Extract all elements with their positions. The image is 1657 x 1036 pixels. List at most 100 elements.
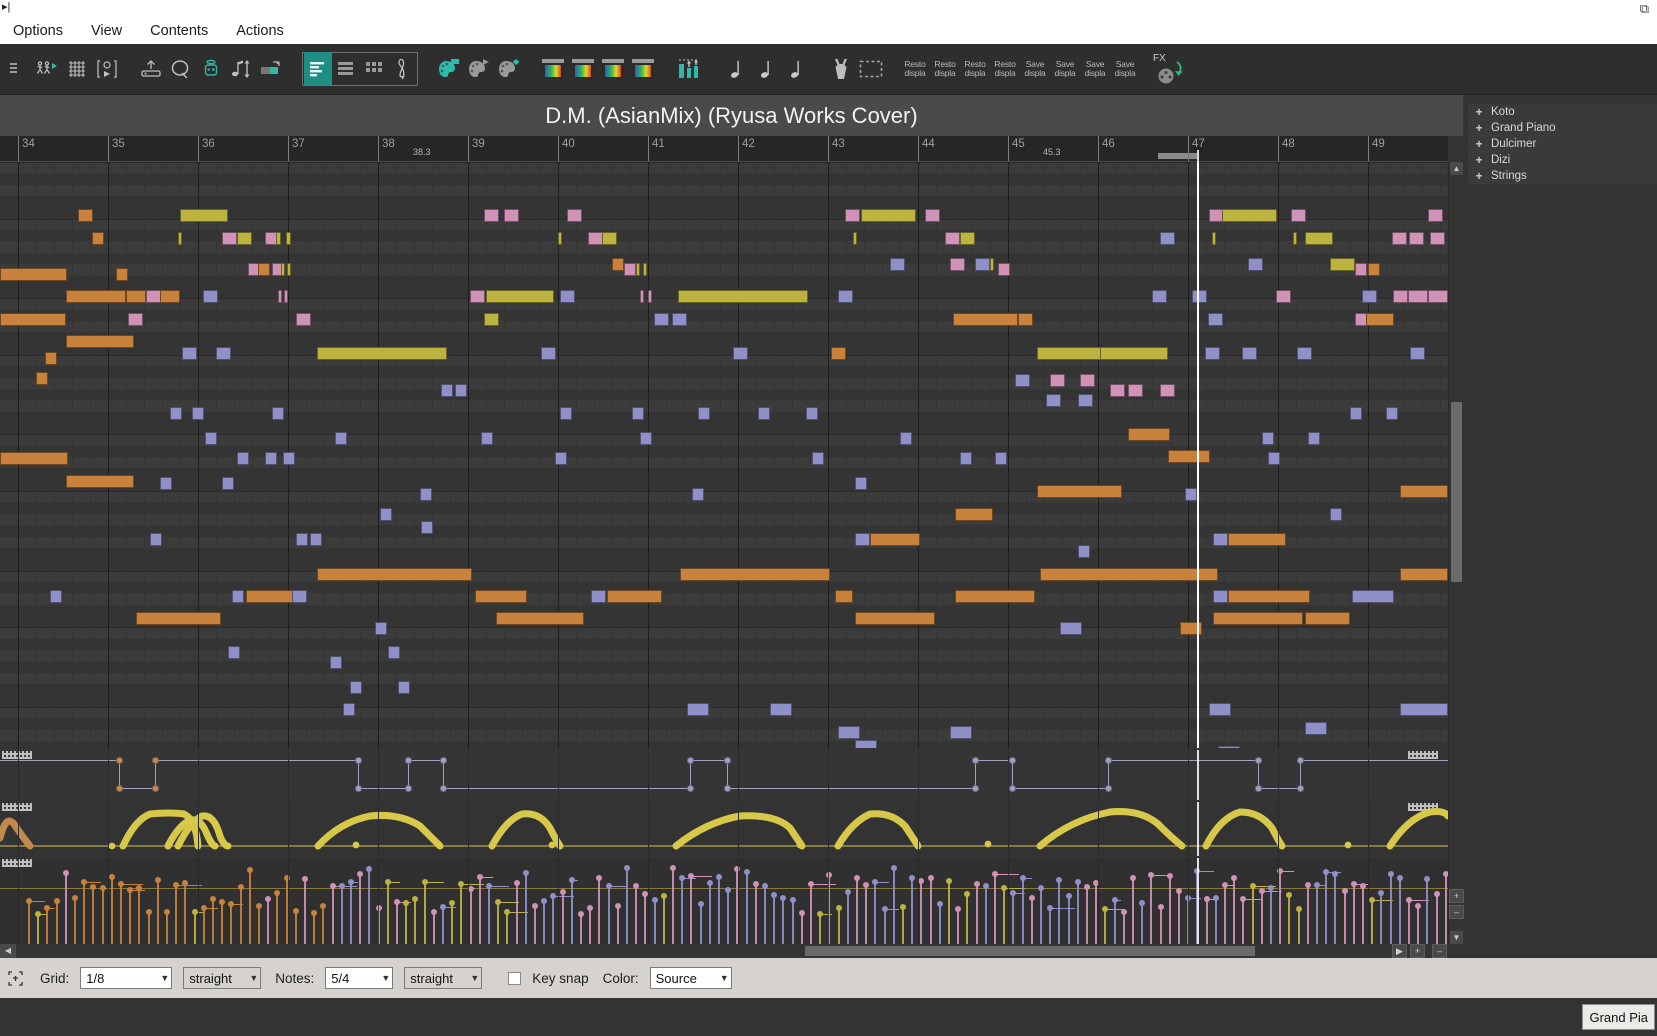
velocity-stem[interactable]	[1169, 876, 1171, 944]
velocity-head[interactable]	[238, 884, 244, 891]
velocity-head[interactable]	[854, 874, 860, 881]
note[interactable]	[283, 452, 295, 465]
velocity-stem[interactable]	[1123, 912, 1125, 944]
note[interactable]	[317, 347, 447, 360]
note[interactable]	[955, 508, 993, 521]
modulation-point[interactable]	[1344, 841, 1352, 849]
velocity-stem[interactable]	[1141, 903, 1143, 944]
velocity-head[interactable]	[909, 875, 915, 882]
menu-actions[interactable]: Actions	[233, 22, 287, 40]
view-mode-list[interactable]	[332, 52, 360, 86]
note[interactable]	[758, 407, 770, 420]
note[interactable]	[1213, 533, 1228, 546]
velocity-stem[interactable]	[1049, 908, 1051, 944]
velocity-stem[interactable]	[773, 895, 775, 944]
velocity-stem[interactable]	[994, 874, 996, 944]
velocity-stem[interactable]	[65, 873, 67, 944]
velocity-stem[interactable]	[267, 899, 269, 944]
velocity-stem[interactable]	[893, 868, 895, 944]
velocity-stem[interactable]	[700, 904, 702, 944]
note[interactable]	[265, 452, 277, 465]
controller-point[interactable]	[972, 757, 979, 764]
note[interactable]	[1330, 258, 1355, 271]
controller-point[interactable]	[724, 757, 731, 764]
velocity-head[interactable]	[376, 905, 382, 912]
velocity-stem[interactable]	[1362, 885, 1364, 944]
note[interactable]	[1392, 232, 1407, 245]
note[interactable]	[567, 209, 582, 222]
velocity-head[interactable]	[72, 894, 78, 901]
note[interactable]	[258, 263, 270, 276]
velocity-head[interactable]	[596, 875, 602, 882]
note[interactable]	[484, 313, 499, 326]
velocity-head[interactable]	[974, 881, 980, 887]
velocity-head[interactable]	[403, 899, 409, 906]
note[interactable]	[855, 477, 867, 490]
note[interactable]	[870, 533, 920, 546]
note[interactable]	[1393, 290, 1408, 303]
velocity-stem[interactable]	[663, 896, 665, 944]
lane-zoom-in-button[interactable]: +	[1449, 889, 1464, 903]
velocity-stem[interactable]	[1003, 887, 1005, 944]
note[interactable]	[855, 740, 877, 748]
modulation-point[interactable]	[796, 841, 804, 849]
velocity-stem[interactable]	[543, 901, 545, 944]
velocity-stem[interactable]	[801, 912, 803, 944]
horizontal-scrollbar[interactable]: ◀	[0, 944, 1448, 958]
velocity-stem[interactable]	[966, 893, 968, 944]
note[interactable]	[950, 258, 965, 271]
velocity-head[interactable]	[587, 904, 593, 911]
velocity-stem[interactable]	[1132, 878, 1134, 944]
note[interactable]	[1152, 290, 1167, 303]
lane-resize-handle-left[interactable]	[2, 751, 32, 759]
velocity-stem[interactable]	[865, 884, 867, 944]
note[interactable]	[0, 313, 66, 326]
note[interactable]	[1212, 232, 1216, 245]
note[interactable]	[607, 590, 662, 603]
note[interactable]	[1018, 313, 1033, 326]
note-layer[interactable]	[0, 162, 1448, 748]
lane-add-button[interactable]: +	[1410, 944, 1425, 958]
quarter-note-icon-1[interactable]	[723, 52, 751, 86]
note[interactable]	[1228, 590, 1310, 603]
note[interactable]	[558, 232, 562, 245]
controller-point[interactable]	[724, 785, 731, 792]
note[interactable]	[602, 232, 617, 245]
velocity-stem[interactable]	[792, 900, 794, 944]
velocity-head[interactable]	[1139, 900, 1145, 907]
velocity-stem[interactable]	[313, 912, 315, 944]
expand-plus-icon[interactable]: +	[1473, 106, 1485, 118]
velocity-stem[interactable]	[930, 878, 932, 944]
velocity-head[interactable]	[366, 865, 372, 872]
note[interactable]	[945, 232, 960, 245]
velocity-head[interactable]	[1167, 873, 1173, 880]
note[interactable]	[560, 407, 572, 420]
fx-button[interactable]: FX	[1150, 51, 1190, 87]
note[interactable]	[1242, 347, 1257, 360]
velocity-stem[interactable]	[1288, 894, 1290, 944]
controller-point[interactable]	[152, 785, 159, 792]
velocity-stem[interactable]	[764, 886, 766, 944]
expand-plus-icon[interactable]: +	[1473, 154, 1485, 166]
note[interactable]	[640, 432, 652, 445]
velocity-stem[interactable]	[552, 896, 554, 944]
note[interactable]	[380, 508, 392, 521]
velocity-head[interactable]	[1213, 895, 1219, 902]
velocity-head[interactable]	[1434, 891, 1440, 898]
view-mode-piano-roll[interactable]	[304, 52, 332, 86]
note[interactable]	[1192, 290, 1207, 303]
note[interactable]	[588, 232, 603, 245]
velocity-head[interactable]	[1075, 879, 1081, 886]
spectrum-button-1[interactable]	[539, 52, 567, 86]
velocity-head[interactable]	[256, 902, 262, 909]
note[interactable]	[1368, 263, 1380, 276]
velocity-head[interactable]	[633, 882, 639, 889]
note[interactable]	[1291, 209, 1306, 222]
velocity-head[interactable]	[937, 900, 943, 907]
note[interactable]	[388, 646, 400, 659]
grid-quantize-icon[interactable]	[63, 52, 91, 86]
controller-point[interactable]	[440, 785, 447, 792]
velocity-stem[interactable]	[1040, 888, 1042, 944]
note[interactable]	[995, 452, 1007, 465]
velocity-stem[interactable]	[727, 889, 729, 944]
